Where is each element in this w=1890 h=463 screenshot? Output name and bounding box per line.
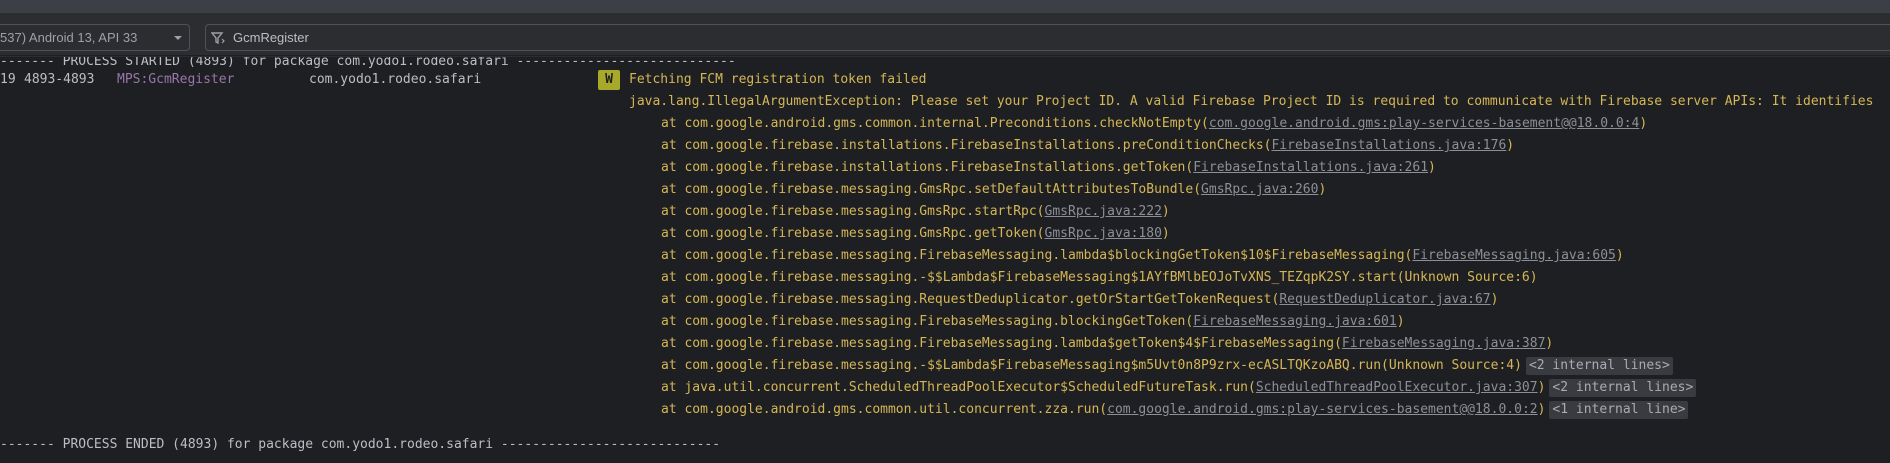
stack-frame-suffix: ) (1428, 160, 1436, 175)
device-selector[interactable]: 537) Android 13, API 33 (0, 24, 190, 51)
window-top-strip (0, 0, 1890, 13)
stack-frame-text: at com.google.firebase.messaging.-$$Lamb… (661, 270, 1538, 285)
stack-frame-line: at com.google.firebase.messaging.Firebas… (661, 311, 1405, 333)
stack-frame-line: at com.google.firebase.messaging.GmsRpc.… (661, 201, 1170, 223)
stack-frame-line: at com.google.firebase.messaging.GmsRpc.… (661, 223, 1170, 245)
stack-frame-suffix: ) (1545, 336, 1554, 351)
stack-frame-line: at com.google.android.gms.common.util.co… (661, 399, 1689, 421)
stack-frame-suffix: ) (1615, 248, 1624, 263)
source-link[interactable]: com.google.android.gms:play-services-bas… (1107, 402, 1537, 417)
logcat-toolbar: 537) Android 13, API 33 GcmRegister (0, 13, 1890, 56)
internal-lines-fold[interactable]: <2 internal lines> (1549, 379, 1697, 397)
stack-frame-suffix: ) (1318, 182, 1327, 197)
source-link[interactable]: ScheduledThreadPoolExecutor.java:307 (1256, 380, 1538, 395)
logcat-output[interactable]: ------- PROCESS STARTED (4893) for packa… (0, 57, 1890, 463)
stack-frame-line: at com.google.android.gms.common.interna… (661, 113, 1647, 135)
log-entry-time: 19 (0, 72, 16, 87)
source-link[interactable]: FirebaseMessaging.java:605 (1412, 248, 1616, 263)
stack-frame-line: at com.google.firebase.installations.Fir… (661, 157, 1436, 179)
source-link[interactable]: GmsRpc.java:180 (1045, 226, 1162, 241)
stack-frame-line: at com.google.firebase.messaging.-$$Lamb… (661, 267, 1538, 289)
source-link[interactable]: FirebaseInstallations.java:261 (1193, 160, 1428, 175)
stack-frame-text: at com.google.firebase.messaging.Firebas… (661, 314, 1194, 329)
stack-frame-text: at com.google.firebase.messaging.-$$Lamb… (661, 358, 1522, 373)
log-entry-message: Fetching FCM registration token failed (629, 72, 927, 87)
stack-frame-suffix: ) (1537, 402, 1546, 417)
source-link[interactable]: com.google.android.gms:play-services-bas… (1209, 116, 1639, 131)
source-link[interactable]: FirebaseMessaging.java:601 (1193, 314, 1397, 329)
log-entry-tag: MPS:GcmRegister (117, 72, 235, 87)
stack-frame-text: at com.google.firebase.messaging.GmsRpc.… (661, 204, 1045, 219)
source-link[interactable]: FirebaseInstallations.java:176 (1271, 138, 1506, 153)
logcat-filter-input[interactable]: GcmRegister (205, 24, 1890, 51)
stack-frame-text: at com.google.firebase.installations.Fir… (661, 138, 1272, 153)
filter-query-text: GcmRegister (233, 30, 309, 45)
process-ended-line: ------- PROCESS ENDED (4893) for package… (0, 437, 721, 452)
source-link[interactable]: RequestDeduplicator.java:67 (1279, 292, 1490, 307)
source-link[interactable]: FirebaseMessaging.java:387 (1342, 336, 1546, 351)
stack-frame-suffix: ) (1161, 226, 1170, 241)
device-selector-label: 537) Android 13, API 33 (0, 30, 138, 45)
stack-frame-text: at com.google.firebase.messaging.Firebas… (661, 248, 1413, 263)
stack-frame-suffix: ) (1537, 380, 1546, 395)
source-link[interactable]: GmsRpc.java:260 (1201, 182, 1318, 197)
stack-frame-suffix: ) (1490, 292, 1499, 307)
internal-lines-fold[interactable]: <2 internal lines> (1525, 357, 1673, 375)
stack-frame-text: at com.google.firebase.messaging.Firebas… (661, 336, 1342, 351)
internal-lines-fold[interactable]: <1 internal line> (1549, 401, 1689, 419)
stack-frame-line: at com.google.firebase.installations.Fir… (661, 135, 1514, 157)
stack-frame-line: at com.google.firebase.messaging.Firebas… (661, 245, 1624, 267)
chevron-down-icon (173, 31, 183, 48)
stack-frame-line: at com.google.firebase.messaging.-$$Lamb… (661, 355, 1673, 377)
stack-frame-text: at java.util.concurrent.ScheduledThreadP… (661, 380, 1256, 395)
stack-frame-text: at com.google.firebase.messaging.GmsRpc.… (661, 226, 1045, 241)
exception-line: java.lang.IllegalArgumentException: Plea… (629, 94, 1874, 109)
log-entry-package: com.yodo1.rodeo.safari (309, 72, 482, 87)
stack-frame-suffix: ) (1161, 204, 1170, 219)
stack-frame-text: at com.google.firebase.installations.Fir… (661, 160, 1194, 175)
stack-frame-suffix: ) (1396, 314, 1405, 329)
stack-frame-text: at com.google.firebase.messaging.Request… (661, 292, 1280, 307)
stack-frame-line: at java.util.concurrent.ScheduledThreadP… (661, 377, 1697, 399)
log-entry-pid-tid: 4893-4893 (24, 72, 95, 87)
stack-frame-text: at com.google.android.gms.common.interna… (661, 116, 1209, 131)
warning-level-badge: W (598, 70, 620, 90)
stack-frame-suffix: ) (1506, 138, 1515, 153)
stack-frame-line: at com.google.firebase.messaging.Firebas… (661, 333, 1553, 355)
stack-frame-line: at com.google.firebase.messaging.Request… (661, 289, 1498, 311)
stack-frame-text: at com.google.android.gms.common.util.co… (661, 402, 1108, 417)
filter-icon (210, 31, 225, 48)
stack-frame-text: at com.google.firebase.messaging.GmsRpc.… (661, 182, 1202, 197)
stack-frame-line: at com.google.firebase.messaging.GmsRpc.… (661, 179, 1326, 201)
source-link[interactable]: GmsRpc.java:222 (1045, 204, 1162, 219)
stack-frame-suffix: ) (1639, 116, 1648, 131)
